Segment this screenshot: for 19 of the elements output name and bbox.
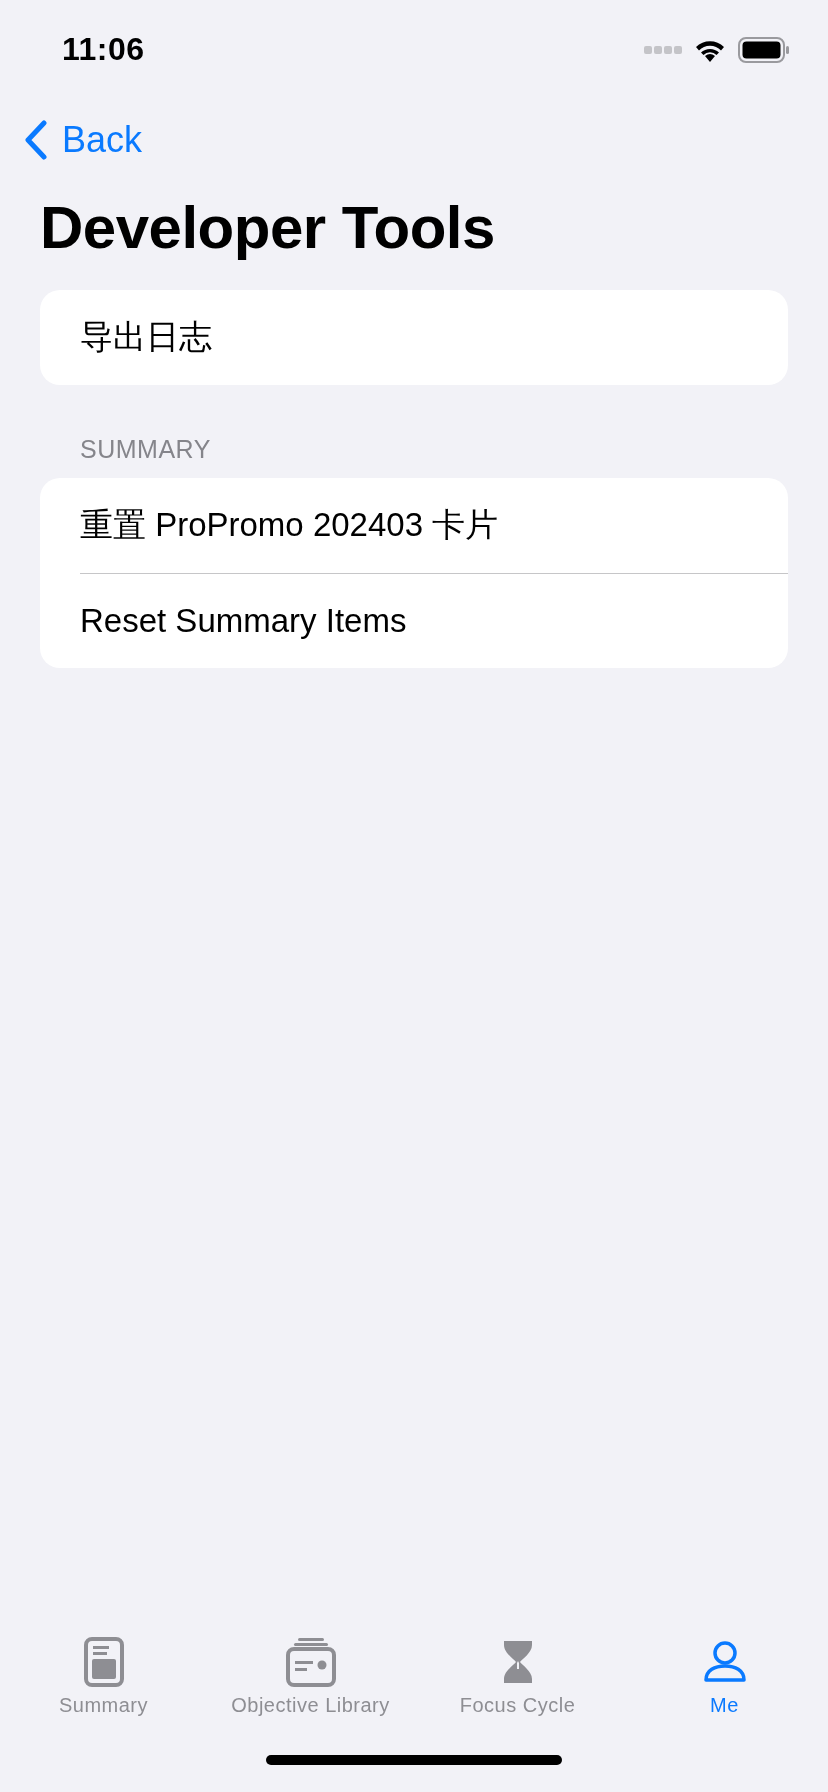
hourglass-icon <box>501 1639 534 1685</box>
wifi-icon <box>694 38 726 62</box>
signal-icon <box>644 45 682 55</box>
list-item[interactable]: 导出日志 <box>40 290 788 385</box>
page-title: Developer Tools <box>40 193 496 263</box>
chevron-left-icon <box>24 120 48 160</box>
tab[interactable]: Focus Cycle <box>414 1636 621 1717</box>
battery-icon <box>738 37 790 63</box>
card-stack-icon <box>285 1637 336 1687</box>
tab[interactable]: Objective Library <box>207 1636 414 1717</box>
section-header: SUMMARY <box>80 435 212 464</box>
person-icon <box>702 1640 747 1684</box>
back-button[interactable]: Back <box>24 110 143 170</box>
list-item[interactable]: 重置 ProPromo 202403 卡片 <box>40 478 788 573</box>
document-icon <box>83 1637 124 1687</box>
tab[interactable]: Summary <box>0 1636 207 1717</box>
tab[interactable]: Me <box>621 1636 828 1717</box>
list-item[interactable]: Reset Summary Items <box>40 573 788 668</box>
status-time: 11:06 <box>62 30 145 68</box>
